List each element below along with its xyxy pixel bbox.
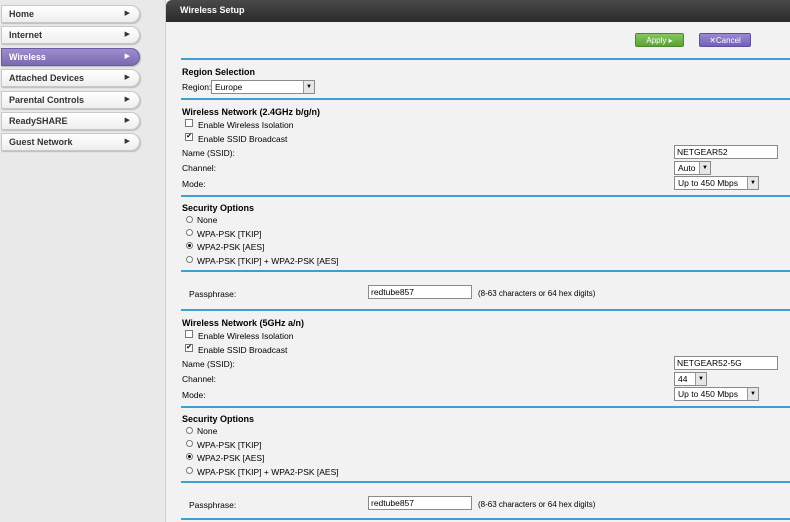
sidebar-item-wireless[interactable]: Wireless ▶ xyxy=(1,48,140,66)
cancel-button[interactable]: ✕Cancel xyxy=(699,33,751,47)
ssid24-label: Name (SSID): xyxy=(182,148,235,158)
chevron-down-icon: ▼ xyxy=(303,81,314,93)
security5-title: Security Options xyxy=(182,414,255,424)
security24-option-label: WPA-PSK [TKIP] xyxy=(197,229,262,239)
chevron-right-icon: ▶ xyxy=(124,96,130,103)
security24-option-label: WPA2-PSK [AES] xyxy=(197,242,265,252)
broadcast24-checkbox[interactable]: ✔ xyxy=(185,133,193,141)
chevron-right-icon: ▶ xyxy=(124,10,130,17)
isolation24-label: Enable Wireless Isolation xyxy=(198,120,294,130)
channel5-label: Channel: xyxy=(182,374,217,384)
chevron-right-icon: ▶ xyxy=(124,138,130,145)
sidebar: Home ▶ Internet ▶ Wireless ▶ Attached Devic… xyxy=(0,0,150,522)
close-icon: ✕ xyxy=(709,36,716,45)
sidebar-item-label: Guest Network xyxy=(9,137,73,147)
wireless-setup-form: Apply ▸ ✕Cancel Region Selection Region:… xyxy=(181,22,790,522)
chevron-down-icon: ▼ xyxy=(747,177,758,189)
divider xyxy=(181,270,790,272)
network24-title: Wireless Network (2.4GHz b/g/n) xyxy=(182,107,320,117)
chevron-right-icon: ▶ xyxy=(124,117,130,124)
sidebar-item-attached-devices[interactable]: Attached Devices ▶ xyxy=(1,69,140,87)
network5-title: Wireless Network (5GHz a/n) xyxy=(182,318,304,328)
isolation24-checkbox[interactable] xyxy=(185,119,193,127)
divider xyxy=(181,58,790,60)
security5-radio-wpa-tkip[interactable] xyxy=(186,440,193,447)
channel5-select[interactable]: 44 ▼ xyxy=(674,372,707,386)
security24-title: Security Options xyxy=(182,203,255,213)
ssid5-label: Name (SSID): xyxy=(182,359,235,369)
security24-radio-none[interactable] xyxy=(186,216,193,223)
mode24-label: Mode: xyxy=(182,179,206,189)
sidebar-item-label: Internet xyxy=(9,30,43,40)
security5-radio-none[interactable] xyxy=(186,427,193,434)
region-select-value: Europe xyxy=(215,82,243,92)
chevron-down-icon: ▼ xyxy=(747,388,758,400)
security5-option-label: WPA-PSK [TKIP] xyxy=(197,440,262,450)
sidebar-item-label: Attached Devices xyxy=(9,73,85,83)
security5-option-label: None xyxy=(197,426,218,436)
page-title: Wireless Setup xyxy=(166,0,790,22)
isolation5-checkbox[interactable] xyxy=(185,330,193,338)
broadcast5-label: Enable SSID Broadcast xyxy=(198,345,288,355)
check-icon: ✔ xyxy=(186,133,192,140)
apply-button[interactable]: Apply ▸ xyxy=(635,33,684,47)
passphrase5-input[interactable]: redtube857 xyxy=(368,496,472,510)
sidebar-item-label: Wireless xyxy=(9,52,46,62)
security5-option-label: WPA2-PSK [AES] xyxy=(197,453,265,463)
sidebar-item-internet[interactable]: Internet ▶ xyxy=(1,26,140,44)
cancel-label: Cancel xyxy=(715,36,741,45)
sidebar-item-home[interactable]: Home ▶ xyxy=(1,5,140,23)
chevron-right-icon: ▶ xyxy=(124,31,130,38)
mode5-label: Mode: xyxy=(182,390,206,400)
isolation5-label: Enable Wireless Isolation xyxy=(198,331,294,341)
sidebar-item-label: Parental Controls xyxy=(9,95,85,105)
channel24-label: Channel: xyxy=(182,163,217,173)
region-section-title: Region Selection xyxy=(182,67,256,77)
divider xyxy=(181,309,790,311)
sidebar-item-label: ReadySHARE xyxy=(9,116,68,126)
region-label: Region: xyxy=(182,82,212,92)
check-icon: ✔ xyxy=(186,344,192,351)
divider xyxy=(181,481,790,483)
divider xyxy=(181,406,790,408)
divider xyxy=(181,98,790,100)
security5-radio-wpa2-aes[interactable] xyxy=(186,453,193,460)
broadcast24-label: Enable SSID Broadcast xyxy=(198,134,288,144)
security5-radio-mixed[interactable] xyxy=(186,467,193,474)
security24-option-label: None xyxy=(197,215,218,225)
passphrase5-hint: (8-63 characters or 64 hex digits) xyxy=(478,500,596,509)
broadcast5-checkbox[interactable]: ✔ xyxy=(185,344,193,352)
chevron-down-icon: ▼ xyxy=(695,373,706,385)
passphrase24-input[interactable]: redtube857 xyxy=(368,285,472,299)
ssid24-input[interactable]: NETGEAR52 xyxy=(674,145,778,159)
passphrase24-label: Passphrase: xyxy=(189,289,237,299)
security24-option-label: WPA-PSK [TKIP] + WPA2-PSK [AES] xyxy=(197,256,339,266)
channel24-select[interactable]: Auto ▼ xyxy=(674,161,711,175)
sidebar-item-readyshare[interactable]: ReadySHARE ▶ xyxy=(1,112,140,130)
channel24-value: Auto xyxy=(678,163,696,173)
security5-option-label: WPA-PSK [TKIP] + WPA2-PSK [AES] xyxy=(197,467,339,477)
divider xyxy=(181,195,790,197)
passphrase24-hint: (8-63 characters or 64 hex digits) xyxy=(478,289,596,298)
security24-radio-mixed[interactable] xyxy=(186,256,193,263)
main-panel: Wireless Setup Apply ▸ ✕Cancel Region Se… xyxy=(165,0,790,522)
security24-radio-wpa2-aes[interactable] xyxy=(186,242,193,249)
chevron-down-icon: ▼ xyxy=(699,162,710,174)
chevron-right-icon: ▶ xyxy=(124,53,130,60)
ssid5-input[interactable]: NETGEAR52-5G xyxy=(674,356,778,370)
security24-radio-wpa-tkip[interactable] xyxy=(186,229,193,236)
region-select[interactable]: Europe ▼ xyxy=(211,80,315,94)
divider xyxy=(181,518,790,520)
chevron-right-icon: ▶ xyxy=(124,74,130,81)
sidebar-item-label: Home xyxy=(9,9,35,19)
passphrase5-label: Passphrase: xyxy=(189,500,237,510)
mode24-select[interactable]: Up to 450 Mbps ▼ xyxy=(674,176,759,190)
mode24-value: Up to 450 Mbps xyxy=(678,178,739,188)
mode5-select[interactable]: Up to 450 Mbps ▼ xyxy=(674,387,759,401)
channel5-value: 44 xyxy=(678,374,688,384)
sidebar-item-guest-network[interactable]: Guest Network ▶ xyxy=(1,133,140,151)
sidebar-item-parental-controls[interactable]: Parental Controls ▶ xyxy=(1,91,140,109)
mode5-value: Up to 450 Mbps xyxy=(678,389,739,399)
